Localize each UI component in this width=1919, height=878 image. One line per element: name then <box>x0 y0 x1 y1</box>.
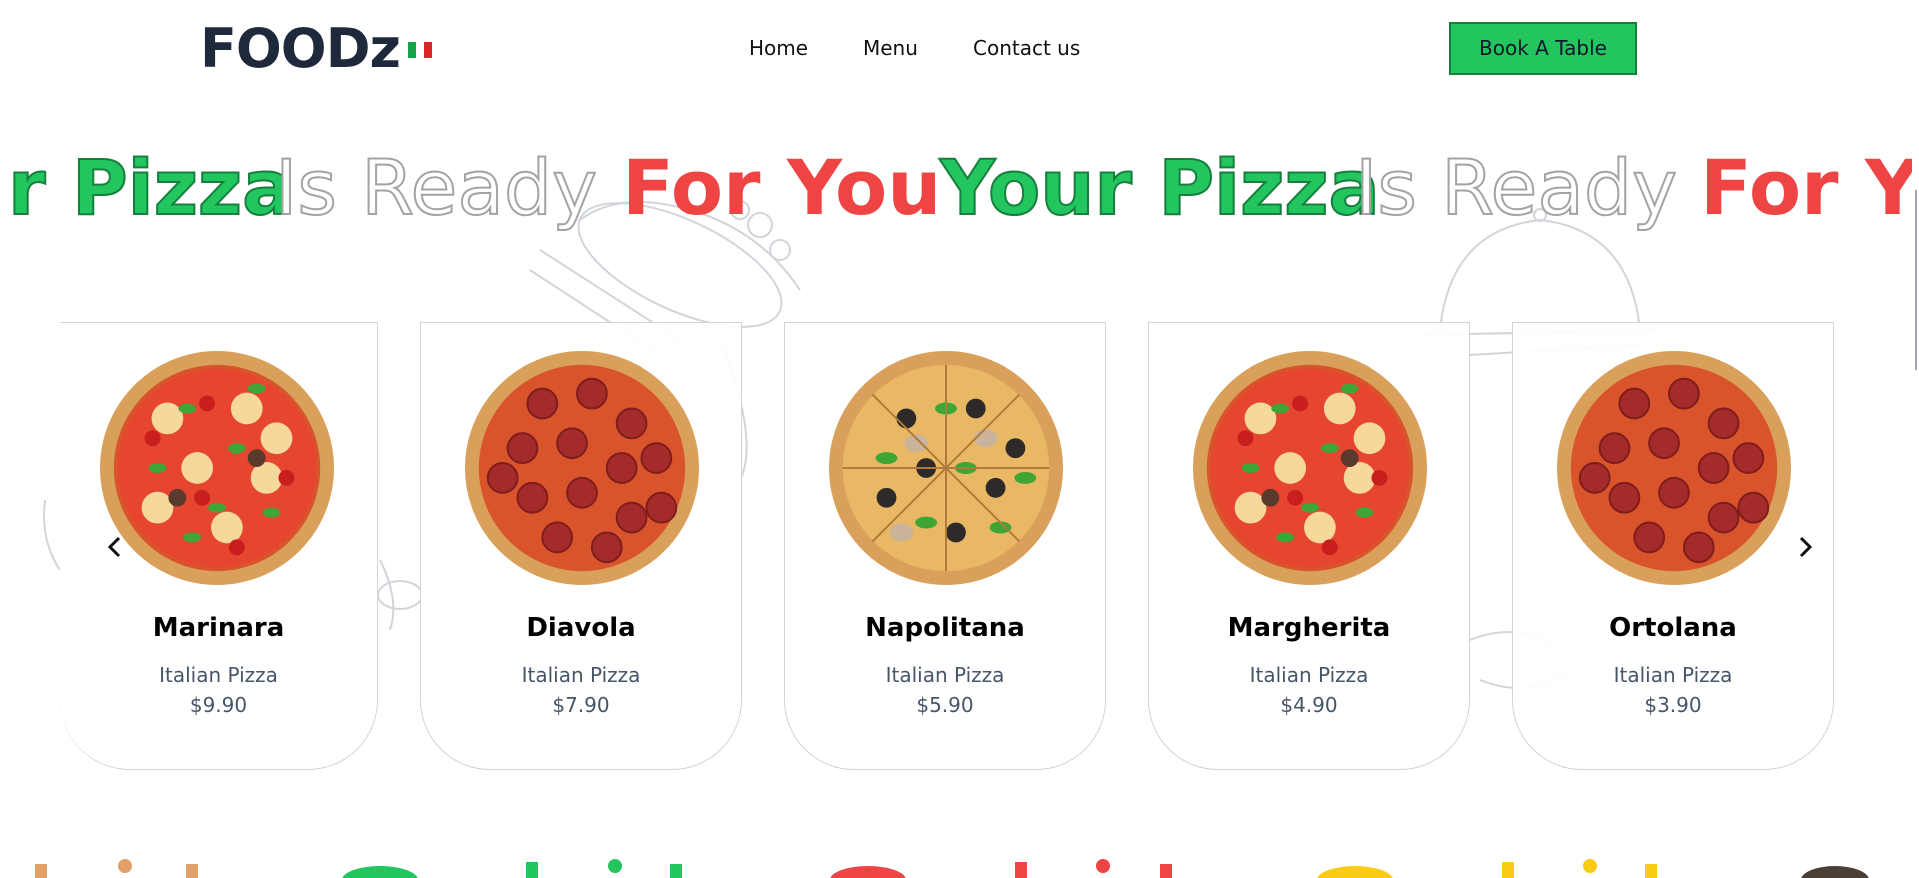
italy-flag-icon <box>408 42 432 58</box>
pizza-image <box>99 350 335 586</box>
pizza-name: Marinara <box>152 613 285 643</box>
next-section-heading-partial <box>35 859 1869 878</box>
pizza-card[interactable]: Diavola Italian Pizza $7.90 <box>420 322 742 770</box>
nav-home[interactable]: Home <box>749 36 808 60</box>
pizza-name: Ortolana <box>1609 613 1737 643</box>
pizza-category: Italian Pizza <box>885 663 1005 687</box>
pizza-category: Italian Pizza <box>521 663 641 687</box>
pizza-price: $4.90 <box>1280 693 1338 717</box>
marquee-word: Is Ready <box>1354 142 1678 233</box>
pizza-image <box>828 350 1064 586</box>
chevron-right-icon[interactable] <box>1790 532 1820 562</box>
pizza-name: Diavola <box>526 613 636 643</box>
pizza-price: $3.90 <box>1644 693 1702 717</box>
marquee-word: Is Ready <box>274 142 598 233</box>
pizza-name: Napolitana <box>865 613 1025 643</box>
pizza-category: Italian Pizza <box>159 663 278 687</box>
marquee-word: Your Pizza <box>939 142 1381 233</box>
scrollbar[interactable] <box>1915 190 1917 370</box>
marquee-word: For You <box>622 143 942 232</box>
marquee-word: r Pizza <box>7 142 294 233</box>
marquee-word: For Yo <box>1700 143 1912 232</box>
pizza-name: Margherita <box>1227 613 1391 643</box>
pizza-card[interactable]: Napolitana Italian Pizza $5.90 <box>784 322 1106 770</box>
pizza-category: Italian Pizza <box>1249 663 1369 687</box>
pizza-price: $5.90 <box>916 693 974 717</box>
nav-menu[interactable]: Menu <box>863 36 918 60</box>
chevron-left-icon[interactable] <box>100 532 130 562</box>
book-table-button[interactable]: Book A Table <box>1449 22 1637 75</box>
pizza-category: Italian Pizza <box>1613 663 1733 687</box>
pizza-card[interactable]: Margherita Italian Pizza $4.90 <box>1148 322 1470 770</box>
nav-contact[interactable]: Contact us <box>973 36 1080 60</box>
pizza-image <box>1556 350 1792 586</box>
pizza-image <box>1192 350 1428 586</box>
logo[interactable]: FOODz <box>200 14 401 84</box>
site-header: FOODz Home Menu Contact us Book A Table <box>0 0 1919 100</box>
pizza-price: $9.90 <box>189 693 248 717</box>
pizza-image <box>464 350 700 586</box>
pizza-card[interactable]: Ortolana Italian Pizza $3.90 <box>1512 322 1834 770</box>
headline-marquee: r Pizza Is Ready For You Your Pizza Is R… <box>0 138 1912 238</box>
pizza-price: $7.90 <box>552 693 610 717</box>
